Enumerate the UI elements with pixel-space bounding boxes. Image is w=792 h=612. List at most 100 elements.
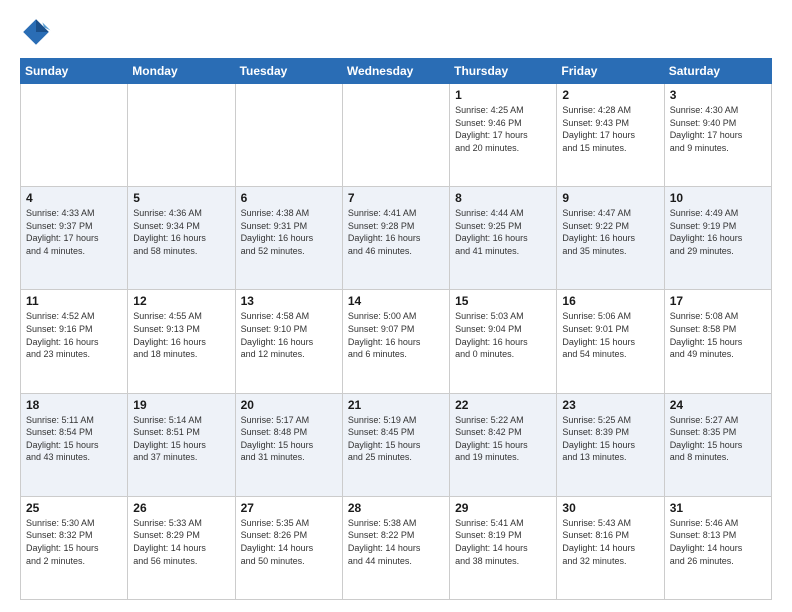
calendar-cell: 28 Sunrise: 5:38 AM Sunset: 8:22 PM Dayli…: [342, 496, 449, 599]
calendar-header-row: SundayMondayTuesdayWednesdayThursdayFrid…: [21, 59, 772, 84]
calendar-cell: 8Sunrise: 4:44 AM Sunset: 9:25 PM Daylig…: [450, 187, 557, 290]
day-number: 16: [562, 294, 658, 308]
day-number: 21: [348, 398, 444, 412]
calendar-week-row: 25 Sunrise: 5:30 AM Sunset: 8:32 PM Dayli…: [21, 496, 772, 599]
day-number: 29: [455, 501, 551, 515]
day-number: 24: [670, 398, 766, 412]
calendar-table: SundayMondayTuesdayWednesdayThursdayFrid…: [20, 58, 772, 600]
header: [20, 16, 772, 48]
day-info: Sunrise: 4:55 AM Sunset: 9:13 PM Dayligh…: [133, 310, 229, 360]
day-number: 12: [133, 294, 229, 308]
day-info: Sunrise: 5:27 AM Sunset: 8:35 PM Dayligh…: [670, 414, 766, 464]
day-info: Sunrise: 4:36 AM Sunset: 9:34 PM Dayligh…: [133, 207, 229, 257]
calendar-cell: 13Sunrise: 4:58 AM Sunset: 9:10 PM Dayli…: [235, 290, 342, 393]
calendar-cell: 18 Sunrise: 5:11 AM Sunset: 8:54 PM Dayli…: [21, 393, 128, 496]
day-info: Sunrise: 5:08 AM Sunset: 8:58 PM Dayligh…: [670, 310, 766, 360]
logo: [20, 16, 56, 48]
day-number: 3: [670, 88, 766, 102]
calendar-week-row: 4 Sunrise: 4:33 AM Sunset: 9:37 PM Daylig…: [21, 187, 772, 290]
calendar-cell: 31 Sunrise: 5:46 AM Sunset: 8:13 PM Dayli…: [664, 496, 771, 599]
day-info: Sunrise: 5:17 AM Sunset: 8:48 PM Dayligh…: [241, 414, 337, 464]
calendar-cell: 3 Sunrise: 4:30 AM Sunset: 9:40 PM Daylig…: [664, 84, 771, 187]
day-number: 27: [241, 501, 337, 515]
calendar-cell: 21 Sunrise: 5:19 AM Sunset: 8:45 PM Dayli…: [342, 393, 449, 496]
day-number: 28: [348, 501, 444, 515]
calendar-cell: 6 Sunrise: 4:38 AM Sunset: 9:31 PM Daylig…: [235, 187, 342, 290]
calendar-cell: [21, 84, 128, 187]
day-number: 18: [26, 398, 122, 412]
day-number: 4: [26, 191, 122, 205]
day-number: 11: [26, 294, 122, 308]
day-info: Sunrise: 5:14 AM Sunset: 8:51 PM Dayligh…: [133, 414, 229, 464]
day-info: Sunrise: 4:28 AM Sunset: 9:43 PM Dayligh…: [562, 104, 658, 154]
calendar-cell: 1 Sunrise: 4:25 AM Sunset: 9:46 PM Daylig…: [450, 84, 557, 187]
day-number: 10: [670, 191, 766, 205]
day-info: Sunrise: 5:11 AM Sunset: 8:54 PM Dayligh…: [26, 414, 122, 464]
calendar-cell: 15 Sunrise: 5:03 AM Sunset: 9:04 PM Dayli…: [450, 290, 557, 393]
day-number: 23: [562, 398, 658, 412]
day-number: 1: [455, 88, 551, 102]
day-info: Sunrise: 4:25 AM Sunset: 9:46 PM Dayligh…: [455, 104, 551, 154]
calendar-cell: 29 Sunrise: 5:41 AM Sunset: 8:19 PM Dayli…: [450, 496, 557, 599]
day-info: Sunrise: 5:35 AM Sunset: 8:26 PM Dayligh…: [241, 517, 337, 567]
day-info: Sunrise: 4:44 AM Sunset: 9:25 PM Dayligh…: [455, 207, 551, 257]
calendar-cell: 5 Sunrise: 4:36 AM Sunset: 9:34 PM Daylig…: [128, 187, 235, 290]
calendar-cell: 27 Sunrise: 5:35 AM Sunset: 8:26 PM Dayli…: [235, 496, 342, 599]
page: SundayMondayTuesdayWednesdayThursdayFrid…: [0, 0, 792, 612]
day-info: Sunrise: 4:33 AM Sunset: 9:37 PM Dayligh…: [26, 207, 122, 257]
calendar-cell: [342, 84, 449, 187]
day-info: Sunrise: 4:41 AM Sunset: 9:28 PM Dayligh…: [348, 207, 444, 257]
day-number: 9: [562, 191, 658, 205]
day-number: 20: [241, 398, 337, 412]
calendar-cell: 2Sunrise: 4:28 AM Sunset: 9:43 PM Daylig…: [557, 84, 664, 187]
weekday-header: Wednesday: [342, 59, 449, 84]
day-info: Sunrise: 5:19 AM Sunset: 8:45 PM Dayligh…: [348, 414, 444, 464]
calendar-cell: 11Sunrise: 4:52 AM Sunset: 9:16 PM Dayli…: [21, 290, 128, 393]
day-info: Sunrise: 5:03 AM Sunset: 9:04 PM Dayligh…: [455, 310, 551, 360]
day-number: 7: [348, 191, 444, 205]
weekday-header: Saturday: [664, 59, 771, 84]
calendar-cell: 4 Sunrise: 4:33 AM Sunset: 9:37 PM Daylig…: [21, 187, 128, 290]
day-info: Sunrise: 5:43 AM Sunset: 8:16 PM Dayligh…: [562, 517, 658, 567]
calendar-week-row: 1 Sunrise: 4:25 AM Sunset: 9:46 PM Daylig…: [21, 84, 772, 187]
calendar-cell: 20 Sunrise: 5:17 AM Sunset: 8:48 PM Dayli…: [235, 393, 342, 496]
day-number: 13: [241, 294, 337, 308]
calendar-cell: [235, 84, 342, 187]
day-info: Sunrise: 4:38 AM Sunset: 9:31 PM Dayligh…: [241, 207, 337, 257]
day-number: 22: [455, 398, 551, 412]
day-info: Sunrise: 5:25 AM Sunset: 8:39 PM Dayligh…: [562, 414, 658, 464]
calendar-cell: 24 Sunrise: 5:27 AM Sunset: 8:35 PM Dayli…: [664, 393, 771, 496]
calendar-cell: [128, 84, 235, 187]
day-info: Sunrise: 5:30 AM Sunset: 8:32 PM Dayligh…: [26, 517, 122, 567]
logo-icon: [20, 16, 52, 48]
day-info: Sunrise: 5:46 AM Sunset: 8:13 PM Dayligh…: [670, 517, 766, 567]
day-info: Sunrise: 5:41 AM Sunset: 8:19 PM Dayligh…: [455, 517, 551, 567]
day-info: Sunrise: 5:06 AM Sunset: 9:01 PM Dayligh…: [562, 310, 658, 360]
day-info: Sunrise: 4:49 AM Sunset: 9:19 PM Dayligh…: [670, 207, 766, 257]
day-number: 19: [133, 398, 229, 412]
day-info: Sunrise: 5:38 AM Sunset: 8:22 PM Dayligh…: [348, 517, 444, 567]
calendar-cell: 9Sunrise: 4:47 AM Sunset: 9:22 PM Daylig…: [557, 187, 664, 290]
day-number: 5: [133, 191, 229, 205]
calendar-cell: 26Sunrise: 5:33 AM Sunset: 8:29 PM Dayli…: [128, 496, 235, 599]
calendar-cell: 7 Sunrise: 4:41 AM Sunset: 9:28 PM Daylig…: [342, 187, 449, 290]
day-info: Sunrise: 5:33 AM Sunset: 8:29 PM Dayligh…: [133, 517, 229, 567]
calendar-cell: 12 Sunrise: 4:55 AM Sunset: 9:13 PM Dayli…: [128, 290, 235, 393]
day-number: 6: [241, 191, 337, 205]
calendar-cell: 30 Sunrise: 5:43 AM Sunset: 8:16 PM Dayli…: [557, 496, 664, 599]
day-number: 15: [455, 294, 551, 308]
calendar-week-row: 18 Sunrise: 5:11 AM Sunset: 8:54 PM Dayli…: [21, 393, 772, 496]
calendar-week-row: 11Sunrise: 4:52 AM Sunset: 9:16 PM Dayli…: [21, 290, 772, 393]
calendar-cell: 22 Sunrise: 5:22 AM Sunset: 8:42 PM Dayli…: [450, 393, 557, 496]
day-number: 31: [670, 501, 766, 515]
calendar-cell: 17 Sunrise: 5:08 AM Sunset: 8:58 PM Dayli…: [664, 290, 771, 393]
weekday-header: Thursday: [450, 59, 557, 84]
calendar-cell: 25 Sunrise: 5:30 AM Sunset: 8:32 PM Dayli…: [21, 496, 128, 599]
calendar-cell: 10 Sunrise: 4:49 AM Sunset: 9:19 PM Dayli…: [664, 187, 771, 290]
day-info: Sunrise: 5:22 AM Sunset: 8:42 PM Dayligh…: [455, 414, 551, 464]
day-info: Sunrise: 4:30 AM Sunset: 9:40 PM Dayligh…: [670, 104, 766, 154]
day-number: 25: [26, 501, 122, 515]
weekday-header: Tuesday: [235, 59, 342, 84]
day-number: 30: [562, 501, 658, 515]
day-number: 17: [670, 294, 766, 308]
